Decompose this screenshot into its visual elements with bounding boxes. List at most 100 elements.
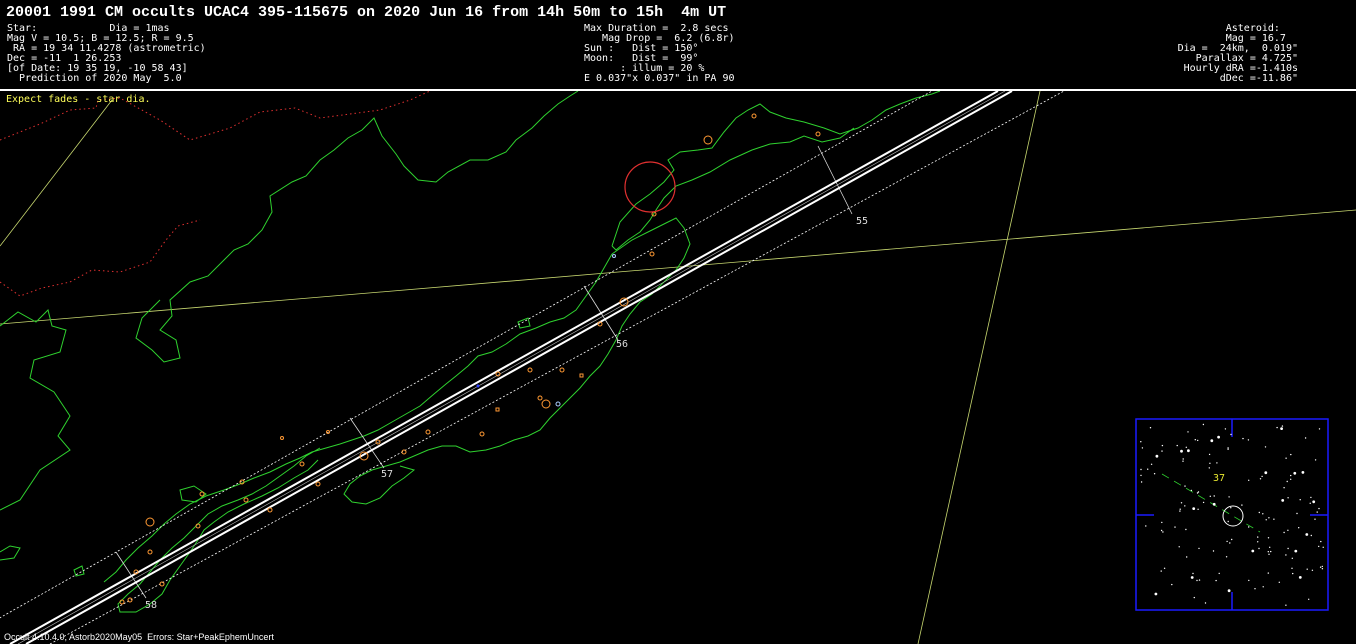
inset-star [1258, 547, 1260, 550]
inset-star [1230, 433, 1232, 436]
inset-star [1212, 550, 1215, 552]
inset-star [1305, 533, 1309, 536]
inset-star [1285, 604, 1287, 606]
inset-star [1185, 528, 1187, 531]
star-chart-inset: 37 [1135, 418, 1329, 611]
inset-star [1141, 447, 1144, 449]
inset-star [1318, 545, 1320, 548]
city-marker [280, 436, 284, 440]
inset-star [1160, 570, 1162, 572]
inset-star [1254, 588, 1256, 590]
inset-star [1153, 473, 1156, 475]
city-marker [612, 254, 616, 258]
minute-label-56: 56 [616, 339, 628, 350]
inset-star [1298, 527, 1300, 529]
inset-star [1322, 546, 1324, 548]
inset-star [1178, 546, 1180, 548]
city-marker [299, 461, 305, 467]
inset-star [1296, 512, 1298, 515]
small-island-coastline [73, 565, 85, 577]
country-border [0, 91, 431, 297]
inset-star [1258, 511, 1261, 514]
city-marker [579, 373, 584, 378]
minute-label-58: 58 [145, 600, 157, 611]
site-marker [476, 384, 480, 388]
inset-star [1150, 463, 1153, 465]
inset-star [1262, 586, 1264, 588]
inset-star [1216, 462, 1218, 464]
inset-star [1226, 540, 1228, 543]
inset-star [1184, 505, 1186, 507]
inset-star [1310, 496, 1312, 499]
occultation-path [0, 91, 1065, 644]
inset-star [1291, 567, 1293, 569]
inset-star [1209, 495, 1212, 497]
inset-star [1182, 458, 1184, 460]
city-marker [267, 507, 273, 513]
inset-star [1212, 502, 1216, 506]
path-north-limit [9, 91, 999, 644]
inset-star [1287, 497, 1289, 499]
inset-star [1286, 480, 1288, 483]
inset-star [1312, 500, 1316, 504]
city-marker [315, 481, 321, 487]
mainland-coastline [0, 91, 579, 511]
path-centre-line [17, 91, 1006, 644]
city-marker [541, 399, 551, 409]
inset-star [1184, 485, 1186, 487]
inset-star [1293, 471, 1297, 475]
city-marker [559, 367, 565, 373]
inset-star [1267, 537, 1270, 539]
inset-star [1180, 449, 1183, 453]
city-marker [147, 549, 153, 555]
inset-star [1161, 521, 1163, 524]
inset-star [1215, 579, 1217, 582]
inset-star [1163, 567, 1166, 569]
inset-star [1209, 462, 1211, 464]
inset-star [1257, 541, 1259, 543]
inset-star [1308, 598, 1310, 600]
city-marker [649, 251, 655, 257]
inset-star [1161, 444, 1164, 447]
inset-star [1147, 468, 1149, 470]
inset-star [1251, 549, 1255, 553]
city-marker [425, 429, 431, 435]
inset-star [1228, 496, 1230, 498]
inset-star [1259, 478, 1262, 480]
inset-star [1162, 531, 1164, 533]
inset-star [1202, 423, 1205, 426]
inset-star [1198, 579, 1201, 581]
city-marker [751, 113, 757, 119]
inset-star [1321, 568, 1324, 570]
occultation-map: 20001 1991 CM occults UCAC4 395-115675 o… [0, 0, 1356, 644]
inset-star [1290, 478, 1292, 480]
inset-star [1321, 565, 1324, 568]
inset-star [1161, 450, 1163, 452]
inset-star [1202, 501, 1205, 504]
inset-star [1311, 569, 1314, 571]
inset-star [1213, 495, 1215, 497]
small-island-coastline [179, 485, 207, 503]
inset-star [1283, 531, 1285, 534]
inset-star [1140, 441, 1142, 443]
inset-star [1140, 481, 1143, 483]
inset-star [1299, 499, 1301, 501]
inset-star [1174, 526, 1176, 528]
minute-label-57: 57 [381, 469, 393, 480]
inset-star [1309, 502, 1311, 504]
inset-star [1318, 507, 1320, 510]
inset-star [1285, 457, 1287, 459]
longitude-line [0, 99, 113, 247]
inset-star [1287, 547, 1289, 550]
inset-star [1140, 474, 1142, 477]
inset-star [1248, 479, 1250, 481]
inset-star [1196, 492, 1199, 494]
inset-star [1261, 475, 1263, 478]
inset-star [1194, 439, 1197, 441]
path-south-limit [25, 91, 1013, 644]
inset-star [1281, 425, 1284, 427]
inset-star [1283, 487, 1285, 489]
inset-star [1314, 518, 1316, 520]
city-marker [815, 131, 821, 137]
inset-star [1196, 579, 1198, 582]
